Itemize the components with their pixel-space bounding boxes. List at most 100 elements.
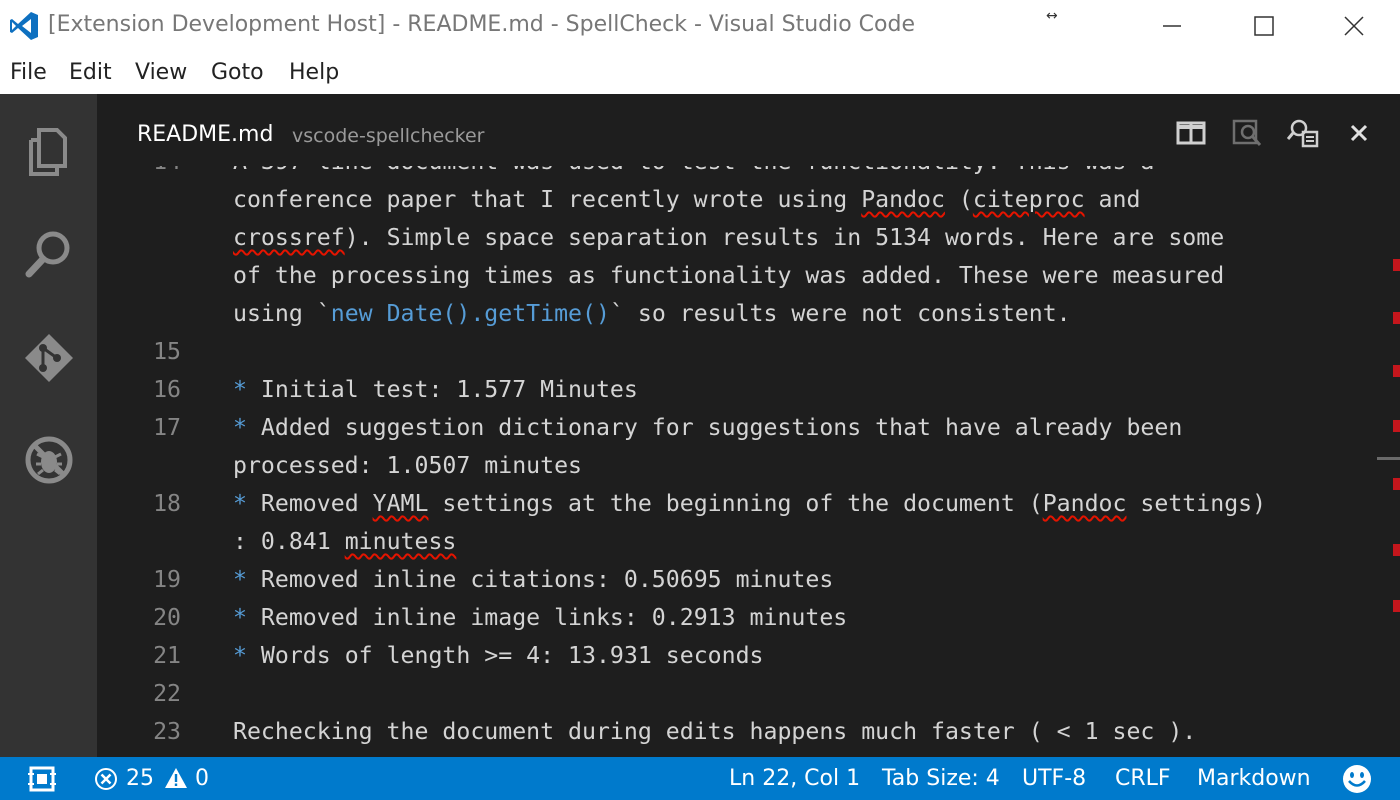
window-title: [Extension Development Host] - README.md…	[48, 12, 915, 37]
line-number: 23	[153, 718, 181, 745]
line-text: of the processing times as functionality…	[233, 257, 1224, 295]
line-text: * Words of length >= 4: 13.931 seconds	[233, 637, 764, 675]
code-backtick: `	[316, 300, 331, 327]
line-text: processed: 1.0507 minutes	[233, 447, 582, 485]
feedback-smiley-icon[interactable]	[1342, 764, 1372, 794]
text-segment: Added suggestion dictionary for suggesti…	[246, 414, 1183, 441]
close-icon	[1350, 124, 1368, 142]
search-view-button[interactable]	[0, 204, 97, 304]
list-bullet: *	[233, 566, 247, 593]
error-marker	[1393, 478, 1400, 490]
code-editor[interactable]: 14A 397-line document was used to test t…	[97, 148, 1377, 757]
close-editor-button[interactable]	[1339, 116, 1379, 150]
line-text: * Removed inline image links: 0.2913 min…	[233, 599, 847, 637]
tab-size[interactable]: Tab Size: 4	[882, 766, 1000, 791]
resize-cursor-icon: ↔	[1046, 8, 1058, 24]
misspelled-word: YAML	[372, 490, 429, 517]
error-icon	[95, 768, 117, 790]
line-number: 16	[153, 376, 181, 403]
warning-icon	[165, 768, 187, 788]
split-editor-button[interactable]	[1171, 116, 1211, 150]
text-segment: and	[1084, 186, 1141, 213]
vscode-logo-icon	[10, 12, 38, 40]
menu-help[interactable]: Help	[289, 60, 339, 85]
menu-view[interactable]: View	[135, 60, 187, 85]
text-segment: Removed inline citations: 0.50695 minute…	[246, 566, 834, 593]
menu-edit[interactable]: Edit	[69, 60, 112, 85]
git-view-button[interactable]	[0, 308, 97, 408]
activity-bar	[0, 94, 97, 757]
tab-description: vscode-spellchecker	[292, 125, 485, 147]
language-mode[interactable]: Markdown	[1197, 766, 1311, 791]
tab-readme[interactable]: README.md	[137, 122, 273, 147]
error-marker	[1393, 600, 1400, 612]
line-number: 17	[153, 414, 181, 441]
line-number: 22	[153, 680, 181, 707]
text-segment: processed: 1.0507 minutes	[233, 452, 583, 479]
error-marker	[1393, 420, 1400, 432]
editor-group: README.md vscode-spellchecker conference…	[97, 94, 1400, 757]
overview-ruler	[1377, 154, 1400, 757]
misspelled-word: crossref	[233, 224, 345, 251]
text-segment: (	[944, 186, 973, 213]
maximize-icon	[1254, 16, 1274, 36]
editor-title-bar: README.md vscode-spellchecker	[97, 94, 1400, 166]
debug-icon	[25, 436, 72, 484]
cursor-position[interactable]: Ln 22, Col 1	[729, 766, 860, 791]
status-bar: 25 0 Ln 22, Col 1 Tab Size: 4 UTF-8 CRLF…	[0, 757, 1400, 800]
misspelled-word: citeproc	[972, 186, 1085, 213]
explorer-button[interactable]	[0, 102, 97, 202]
open-preview-button[interactable]	[1227, 116, 1267, 150]
text-segment: so results were not consistent.	[623, 300, 1071, 327]
line-number: 15	[153, 338, 181, 365]
text-segment: Removed inline image links: 0.2913 minut…	[246, 604, 848, 631]
line-number: 19	[153, 566, 181, 593]
error-marker	[1393, 365, 1400, 377]
list-bullet: *	[233, 490, 247, 517]
line-number: 21	[153, 642, 181, 669]
line-text: * Removed YAML settings at the beginning…	[233, 485, 1266, 523]
toggle-preview-button[interactable]	[1283, 116, 1323, 150]
misspelled-word: Pandoc	[1042, 490, 1127, 517]
remote-icon[interactable]	[28, 765, 56, 793]
text-segment: using	[233, 300, 317, 327]
text-segment: Words of length >= 4: 13.931 seconds	[246, 642, 764, 669]
debug-view-button[interactable]	[0, 410, 97, 510]
close-window-button[interactable]	[1308, 0, 1400, 52]
code-backtick: `	[609, 300, 624, 327]
toggle-preview-icon	[1287, 119, 1319, 148]
menu-goto[interactable]: Goto	[211, 60, 264, 85]
search-icon	[25, 231, 69, 278]
line-number: 18	[153, 490, 181, 517]
text-segment: of the processing times as functionality…	[233, 262, 1225, 289]
encoding[interactable]: UTF-8	[1022, 766, 1086, 791]
line-ending[interactable]: CRLF	[1115, 766, 1171, 791]
text-segment: conference paper that I recently wrote u…	[233, 186, 862, 213]
line-text: : 0.841 minutess	[233, 523, 456, 561]
minimize-button[interactable]	[1126, 0, 1218, 52]
text-segment: Rechecking the document during edits hap…	[233, 718, 1197, 745]
git-icon	[24, 334, 73, 382]
line-text: crossref). Simple space separation resul…	[233, 219, 1224, 257]
list-bullet: *	[233, 604, 247, 631]
warning-count[interactable]: 0	[195, 766, 209, 791]
menu-file[interactable]: File	[10, 60, 47, 85]
line-text: * Initial test: 1.577 Minutes	[233, 371, 638, 409]
text-segment: settings)	[1126, 490, 1267, 517]
text-segment: ). Simple space separation results in 51…	[344, 224, 1225, 251]
line-number: 20	[153, 604, 181, 631]
text-segment: Removed	[246, 490, 373, 517]
misspelled-word: Pandoc	[861, 186, 945, 213]
files-icon	[28, 128, 67, 176]
title-bar: [Extension Development Host] - README.md…	[0, 0, 1400, 52]
list-bullet: *	[233, 414, 247, 441]
close-icon	[1344, 16, 1364, 36]
misspelled-word: minutess	[344, 528, 457, 555]
error-count[interactable]: 25	[126, 766, 154, 791]
line-text: * Added suggestion dictionary for sugges…	[233, 409, 1182, 447]
text-segment: Initial test: 1.577 Minutes	[246, 376, 638, 403]
line-text: * Removed inline citations: 0.50695 minu…	[233, 561, 833, 599]
line-text: using `new Date().getTime()` so results …	[233, 295, 1071, 333]
maximize-button[interactable]	[1218, 0, 1310, 52]
cursor-position-marker	[1377, 457, 1400, 460]
